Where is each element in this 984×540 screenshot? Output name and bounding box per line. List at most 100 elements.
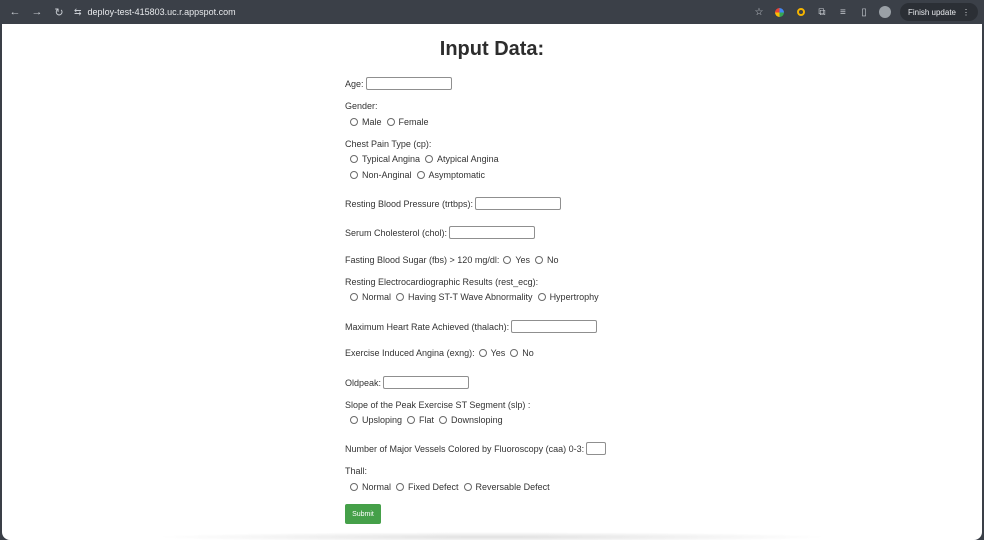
option-label: Normal (362, 482, 392, 492)
option-label: Male (362, 117, 382, 127)
finish-update-button[interactable]: Finish update ⋮ (899, 3, 978, 21)
cp-atypical-angina-option[interactable]: Atypical Angina (425, 154, 499, 164)
radio-button[interactable] (350, 416, 358, 424)
media-icon[interactable]: ≡ (834, 3, 852, 21)
oldpeak-row: Oldpeak: (345, 376, 470, 389)
radio-button[interactable] (416, 171, 425, 179)
option-label: Non-Anginal (362, 170, 412, 180)
cp-non-anginal-option[interactable]: Non-Anginal (350, 170, 412, 180)
cp-options-row-2: Non-Anginal Asymptomatic (350, 170, 490, 180)
slp-upsloping-option[interactable]: Upsloping (350, 415, 402, 425)
gender-male-option[interactable]: Male (350, 117, 382, 127)
extension-icon[interactable] (771, 3, 789, 21)
slp-flat-option[interactable]: Flat (407, 415, 434, 425)
radio-button[interactable] (350, 483, 358, 491)
forward-icon[interactable]: → (28, 3, 46, 21)
radio-button[interactable] (407, 416, 416, 424)
exng-row: Exercise Induced Angina (exng): Yes No (345, 348, 539, 358)
restecg-normal-option[interactable]: Normal (350, 292, 391, 302)
radio-button[interactable] (396, 483, 405, 491)
option-label: Downsloping (451, 415, 503, 425)
address-bar[interactable]: ⇆ deploy-test-415803.uc.r.appspot.com (74, 3, 236, 21)
back-icon[interactable]: ← (6, 3, 24, 21)
side-panel-icon[interactable]: ▯ (855, 3, 873, 21)
radio-button[interactable] (396, 293, 405, 301)
profile-avatar-icon[interactable] (876, 3, 894, 21)
oldpeak-label: Oldpeak: (345, 377, 382, 388)
bottom-shadow (152, 532, 832, 540)
age-label: Age: (345, 78, 364, 89)
option-label: Typical Angina (362, 154, 421, 164)
option-label: Atypical Angina (437, 154, 499, 164)
option-label: Upsloping (362, 415, 403, 425)
restecg-label-row: Resting Electrocardiographic Results (re… (345, 277, 538, 287)
option-label: Flat (419, 415, 435, 425)
radio-button[interactable] (535, 256, 544, 264)
radio-button[interactable] (463, 483, 472, 491)
option-label: Reversable Defect (475, 482, 550, 492)
radio-button[interactable] (350, 171, 358, 179)
restecg-options: Normal Having ST-T Wave Abnormality Hype… (350, 292, 604, 302)
fbs-yes-option[interactable]: Yes (503, 255, 530, 265)
cp-typical-angina-option[interactable]: Typical Angina (350, 154, 420, 164)
caa-input[interactable] (586, 442, 607, 455)
exng-no-option[interactable]: No (510, 348, 534, 358)
radio-button[interactable] (425, 155, 434, 163)
option-label: Female (398, 117, 429, 127)
option-label: No (547, 255, 559, 265)
site-info-icon[interactable]: ⇆ (74, 7, 82, 18)
thall-reversable-defect-option[interactable]: Reversable Defect (463, 482, 550, 492)
reload-icon[interactable]: ↻ (50, 3, 68, 21)
option-label: Normal (362, 292, 392, 302)
oldpeak-input[interactable] (383, 376, 470, 389)
fbs-no-option[interactable]: No (535, 255, 559, 265)
cp-options-row-1: Typical Angina Atypical Angina (350, 154, 504, 164)
caa-row: Number of Major Vessels Colored by Fluor… (345, 442, 607, 455)
radio-button[interactable] (350, 293, 358, 301)
radio-button[interactable] (478, 349, 487, 357)
thall-options: Normal Fixed Defect Reversable Defect (350, 482, 555, 492)
radio-button[interactable] (350, 155, 358, 163)
option-label: Having ST-T Wave Abnormality (408, 292, 533, 302)
option-label: Asymptomatic (428, 170, 486, 180)
radio-button[interactable] (503, 256, 512, 264)
option-label: Hypertrophy (549, 292, 599, 302)
exng-yes-option[interactable]: Yes (478, 348, 505, 358)
slp-label: Slope of the Peak Exercise ST Segment (s… (345, 400, 531, 410)
cp-asymptomatic-option[interactable]: Asymptomatic (416, 170, 486, 180)
gender-female-option[interactable]: Female (386, 117, 429, 127)
page-viewport: Input Data: Age: Gender: Male Female Che… (2, 24, 982, 540)
restecg-st-t-option[interactable]: Having ST-T Wave Abnormality (396, 292, 533, 302)
option-label: Fixed Defect (408, 482, 459, 492)
thall-fixed-defect-option[interactable]: Fixed Defect (396, 482, 459, 492)
trtbps-row: Resting Blood Pressure (trtbps): (345, 197, 562, 210)
radio-button[interactable] (537, 293, 546, 301)
thall-label-row: Thall: (345, 466, 367, 476)
thalach-input[interactable] (511, 320, 598, 333)
slp-label-row: Slope of the Peak Exercise ST Segment (s… (345, 400, 530, 410)
trtbps-input[interactable] (475, 197, 562, 210)
gender-label: Gender: (345, 101, 378, 111)
age-row: Age: (345, 77, 452, 90)
age-input[interactable] (365, 77, 452, 90)
thall-label: Thall: (345, 466, 368, 476)
radio-button[interactable] (439, 416, 448, 424)
radio-button[interactable] (350, 118, 358, 126)
extensions-puzzle-icon[interactable]: ⧉ (813, 3, 831, 21)
radio-button[interactable] (510, 349, 519, 357)
finish-update-label: Finish update (907, 7, 956, 17)
extension-icon-2[interactable] (792, 3, 810, 21)
fbs-row: Fasting Blood Sugar (fbs) > 120 mg/dl: Y… (345, 255, 564, 265)
bookmark-star-icon[interactable]: ☆ (750, 3, 768, 21)
thalach-label: Maximum Heart Rate Achieved (thalach): (345, 321, 510, 332)
submit-button[interactable]: Submit (345, 504, 381, 524)
thall-normal-option[interactable]: Normal (350, 482, 391, 492)
slp-options: Upsloping Flat Downsloping (350, 415, 508, 425)
slp-downsloping-option[interactable]: Downsloping (439, 415, 503, 425)
exng-label: Exercise Induced Angina (exng): (345, 348, 475, 358)
chol-input[interactable] (449, 226, 536, 239)
radio-button[interactable] (386, 118, 395, 126)
option-label: No (522, 348, 534, 358)
url-text: deploy-test-415803.uc.r.appspot.com (87, 7, 236, 17)
restecg-hypertrophy-option[interactable]: Hypertrophy (537, 292, 599, 302)
